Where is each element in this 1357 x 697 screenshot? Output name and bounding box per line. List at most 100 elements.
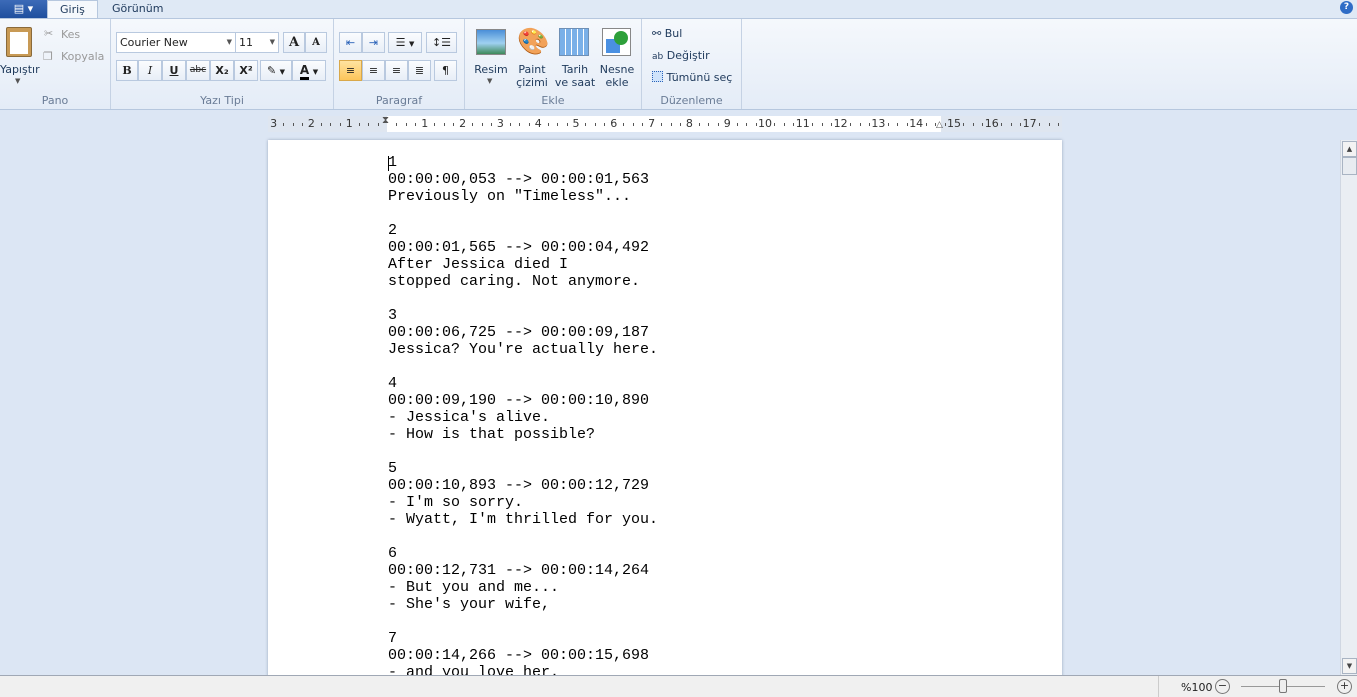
document-line[interactable]: Previously on "Timeless"... — [388, 188, 658, 205]
picture-button[interactable]: Resim — [470, 63, 512, 76]
document-line[interactable] — [388, 613, 658, 630]
document-line[interactable]: - How is that possible? — [388, 426, 658, 443]
scroll-thumb[interactable] — [1342, 157, 1357, 175]
tab-view[interactable]: Görünüm — [100, 0, 175, 19]
ruler-label: 4 — [534, 117, 542, 130]
document-line[interactable]: After Jessica died I — [388, 256, 658, 273]
italic-button[interactable]: I — [138, 60, 162, 81]
chevron-down-icon[interactable]: ▼ — [15, 77, 20, 85]
document-line[interactable]: 00:00:14,266 --> 00:00:15,698 — [388, 647, 658, 664]
document-line[interactable]: 6 — [388, 545, 658, 562]
document-line[interactable]: 7 — [388, 630, 658, 647]
line-spacing-button[interactable]: ↕☰ — [426, 32, 457, 53]
copy-button[interactable]: Kopyala — [61, 50, 104, 63]
document-line[interactable]: 00:00:12,731 --> 00:00:14,264 — [388, 562, 658, 579]
ruler[interactable]: ⧗ △ 3 2 1 1 2 3 4 5 6 7 8 9 10 11 12 13 14 15 16 17 — [268, 115, 1062, 132]
ruler-label: 2 — [459, 117, 467, 130]
list-button[interactable]: ☰ ▼ — [388, 32, 422, 53]
ruler-tick — [935, 123, 937, 126]
replace-icon: ab — [652, 52, 664, 62]
indent-marker-icon[interactable]: ⧗ — [382, 115, 389, 126]
select-all-button[interactable]: Tümünü seç — [652, 71, 732, 84]
document-line[interactable]: 5 — [388, 460, 658, 477]
document-line[interactable]: - But you and me... — [388, 579, 658, 596]
group-label: Ekle — [541, 94, 565, 107]
ruler-tick — [1001, 123, 1003, 126]
document-line[interactable]: 00:00:10,893 --> 00:00:12,729 — [388, 477, 658, 494]
document-text[interactable]: 1 00:00:00,053 --> 00:00:01,563 Previously… — [388, 154, 658, 681]
date-time-button[interactable]: Tarih ve saat — [553, 63, 597, 89]
app-menu-button[interactable]: ▤ ▾ — [0, 0, 47, 18]
find-button[interactable]: ⚯ Bul — [652, 27, 682, 40]
document-line[interactable] — [388, 358, 658, 375]
zoom-out-button[interactable]: − — [1215, 679, 1230, 694]
replace-button[interactable]: ab Değiştir — [652, 49, 710, 62]
ruler-tick — [774, 123, 776, 126]
ruler-tick — [490, 123, 492, 126]
bold-button[interactable]: B — [116, 60, 138, 81]
document-line[interactable]: - I'm so sorry. — [388, 494, 658, 511]
align-right-button[interactable]: ≡ — [385, 60, 408, 81]
document-line[interactable]: 4 — [388, 375, 658, 392]
increase-indent-button[interactable]: ⇥ — [362, 32, 385, 53]
document-line[interactable]: Jessica? You're actually here. — [388, 341, 658, 358]
divider — [1158, 676, 1159, 697]
underline-button[interactable]: U — [162, 60, 186, 81]
font-size-select[interactable]: 11 ▼ — [235, 32, 279, 53]
scroll-down-button[interactable]: ▼ — [1342, 658, 1357, 674]
shrink-font-button[interactable]: A — [305, 32, 327, 53]
align-center-button[interactable]: ≡ — [362, 60, 385, 81]
document-line[interactable]: 1 — [388, 154, 658, 171]
label-line: ekle — [605, 76, 629, 89]
ruler-tick — [679, 123, 681, 126]
copy-icon: ❐ — [43, 50, 53, 63]
ruler-tick — [821, 123, 823, 126]
paste-icon[interactable] — [6, 27, 32, 57]
grow-font-button[interactable]: A — [283, 32, 305, 53]
zoom-slider-thumb[interactable] — [1279, 679, 1287, 693]
document-line[interactable]: 2 — [388, 222, 658, 239]
paragraph-settings-button[interactable]: ¶ — [434, 60, 457, 81]
document-line[interactable]: stopped caring. Not anymore. — [388, 273, 658, 290]
document-line[interactable]: 00:00:09,190 --> 00:00:10,890 — [388, 392, 658, 409]
scroll-up-button[interactable]: ▲ — [1342, 141, 1357, 157]
strikethrough-button[interactable]: abc — [186, 60, 210, 81]
superscript-button[interactable]: X² — [234, 60, 258, 81]
font-color-icon: A — [299, 63, 310, 80]
paste-button[interactable]: Yapıştır — [0, 63, 40, 76]
subscript-button[interactable]: X₂ — [210, 60, 234, 81]
help-icon[interactable]: ? — [1340, 1, 1353, 14]
ruler-label: 14 — [909, 117, 924, 130]
insert-object-button[interactable]: Nesne ekle — [597, 63, 637, 89]
highlight-color-button[interactable]: ✎ ▼ — [260, 60, 292, 81]
cut-button[interactable]: Kes — [61, 28, 80, 41]
right-indent-marker-icon[interactable]: △ — [936, 120, 943, 130]
ruler-tick — [972, 123, 974, 126]
document-line[interactable]: - She's your wife, — [388, 596, 658, 613]
document-line[interactable]: 00:00:00,053 --> 00:00:01,563 — [388, 171, 658, 188]
paint-drawing-button[interactable]: Paint çizimi — [513, 63, 551, 89]
tab-home[interactable]: Giriş — [47, 0, 98, 19]
ruler-tick — [472, 123, 474, 126]
font-name-select[interactable]: Courier New ▼ — [116, 32, 236, 53]
vertical-scrollbar[interactable]: ▲ ▼ — [1340, 140, 1357, 675]
document-line[interactable] — [388, 528, 658, 545]
document-line[interactable]: 3 — [388, 307, 658, 324]
document-line[interactable]: - Wyatt, I'm thrilled for you. — [388, 511, 658, 528]
ruler-tick — [982, 123, 984, 126]
document-line[interactable]: 00:00:06,725 --> 00:00:09,187 — [388, 324, 658, 341]
document-line[interactable]: 00:00:01,565 --> 00:00:04,492 — [388, 239, 658, 256]
document-line[interactable]: - Jessica's alive. — [388, 409, 658, 426]
zoom-in-button[interactable]: + — [1337, 679, 1352, 694]
document-page[interactable]: 1 00:00:00,053 --> 00:00:01,563 Previously… — [268, 140, 1062, 681]
justify-button[interactable]: ≣ — [408, 60, 431, 81]
document-line[interactable] — [388, 290, 658, 307]
ruler-tick — [301, 123, 303, 126]
ruler-label: 9 — [723, 117, 731, 130]
font-color-button[interactable]: A ▼ — [292, 60, 326, 81]
align-left-button[interactable]: ≡ — [339, 60, 362, 81]
decrease-indent-button[interactable]: ⇤ — [339, 32, 362, 53]
document-line[interactable] — [388, 205, 658, 222]
ruler-tick — [481, 123, 483, 126]
document-line[interactable] — [388, 443, 658, 460]
